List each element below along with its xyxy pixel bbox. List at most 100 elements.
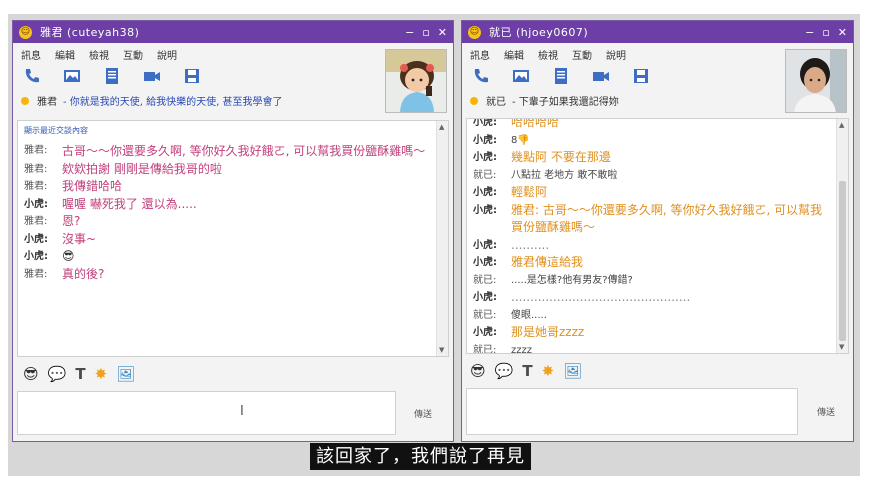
show-recent-link[interactable]: 顯示最近交談內容 — [24, 125, 434, 136]
menu-message[interactable]: 訊息 — [470, 47, 490, 62]
message-input[interactable] — [466, 388, 798, 435]
minimize-button[interactable]: − — [405, 26, 414, 39]
message-row: 小虎: 輕鬆阿 — [473, 184, 834, 202]
message-sender: 小虎: — [473, 327, 497, 338]
message-text: ........................................… — [511, 290, 691, 304]
nudge-icon[interactable]: 💬 — [48, 365, 67, 383]
window-title: 就已 (hjoey0607) — [489, 26, 589, 39]
title-bar[interactable]: ☺ 雅君 (cuteyah38) − ▫ ✕ — [13, 21, 453, 43]
message-row: 小虎: 那是她哥zzzz — [473, 324, 834, 342]
message-text: 真的後? — [62, 266, 105, 281]
menu-view[interactable]: 檢視 — [89, 47, 109, 62]
minimize-button[interactable]: − — [805, 26, 814, 39]
menu-edit[interactable]: 編輯 — [55, 47, 75, 62]
message-sender: 雅君: — [24, 163, 48, 175]
wink-icon[interactable]: ✸ — [95, 365, 108, 383]
font-icon[interactable]: T — [75, 365, 85, 383]
scroll-down-icon[interactable]: ▼ — [839, 343, 844, 351]
save-icon[interactable] — [632, 67, 650, 85]
send-button[interactable]: 傳送 — [804, 405, 848, 418]
message-sender: 雅君: — [24, 268, 48, 280]
menu-help[interactable]: 說明 — [157, 47, 177, 62]
emoticon-icon[interactable]: 😎 — [470, 362, 486, 380]
chat-window-right: ☺ 就已 (hjoey0607) − ▫ ✕ 訊息 編輯 檢視 互動 說明 就已… — [461, 20, 854, 442]
image-icon[interactable] — [512, 67, 530, 85]
maximize-button[interactable]: ▫ — [422, 26, 429, 39]
wink-icon[interactable]: ✸ — [542, 362, 555, 380]
scroll-up-icon[interactable]: ▲ — [439, 123, 444, 131]
message-sender: 就已: — [473, 274, 497, 286]
background-icon[interactable]: 🖼 — [116, 365, 135, 383]
status-name: 就已 — [486, 97, 506, 108]
image-icon[interactable] — [63, 67, 81, 85]
video-icon[interactable] — [592, 67, 610, 85]
menu-interact[interactable]: 互動 — [123, 47, 143, 62]
message-text: 雅君: 古哥～～你還要多久啊, 等你好久我好餓ㄛ, 可以幫我買份鹽酥雞嗎～ — [511, 202, 823, 235]
status-message: - 你就是我的天使, 給我快樂的天使, 甚至我學會了 — [63, 97, 283, 108]
scroll-thumb[interactable] — [839, 181, 846, 341]
maximize-button[interactable]: ▫ — [822, 26, 829, 39]
cool-emoji-icon: 😎 — [62, 249, 75, 263]
message-row: 小虎: 沒事~ — [24, 231, 434, 249]
message-sender: 小虎: — [473, 257, 497, 268]
video-subtitle: 該回家了，我們說了再見 — [310, 443, 531, 470]
message-text: 那是她哥zzzz — [511, 325, 585, 339]
scroll-up-icon[interactable]: ▲ — [839, 121, 844, 129]
message-sender: 小虎: — [473, 118, 497, 128]
message-row: 雅君: 古哥～～你還要多久啊, 等你好久我好餓ㄛ, 可以幫我買份鹽酥雞嗎～ — [24, 142, 434, 161]
menu-help[interactable]: 說明 — [606, 47, 626, 62]
menu-edit[interactable]: 編輯 — [504, 47, 524, 62]
message-input[interactable]: I — [17, 391, 396, 435]
menu-interact[interactable]: 互動 — [572, 47, 592, 62]
message-text: 傻眼..... — [511, 309, 547, 321]
message-text: 古哥～～你還要多久啊, 等你好久我好餓ㄛ, 可以幫我買份鹽酥雞嗎～ — [62, 144, 426, 158]
phone-icon[interactable] — [23, 67, 41, 85]
emoticon-bar: 😎 💬 T ✸ 🖼 — [23, 365, 135, 383]
message-sender: 小虎: — [473, 292, 497, 303]
emoticon-icon[interactable]: 😎 — [23, 365, 39, 383]
status-name: 雅君 — [37, 97, 57, 108]
message-text: 我傳錯哈哈 — [62, 179, 123, 193]
scroll-down-icon[interactable]: ▼ — [439, 346, 444, 354]
menu-message[interactable]: 訊息 — [21, 47, 41, 62]
chat-history[interactable]: 顯示最近交談內容 雅君: 古哥～～你還要多久啊, 等你好久我好餓ㄛ, 可以幫我買… — [17, 120, 449, 357]
chat-scrollbar[interactable]: ▲ ▼ — [836, 119, 848, 353]
message-sender: 雅君: — [24, 216, 48, 227]
window-title: 雅君 (cuteyah38) — [40, 26, 140, 39]
file-icon[interactable] — [552, 67, 570, 85]
video-icon[interactable] — [143, 67, 161, 85]
message-row: 小虎: 幾點阿 不要在那邊 — [473, 149, 834, 167]
save-icon[interactable] — [183, 67, 201, 85]
send-button[interactable]: 傳送 — [401, 407, 445, 420]
chat-scrollbar[interactable]: ▲ ▼ — [436, 121, 448, 356]
close-button[interactable]: ✕ — [438, 26, 447, 39]
message-sender: 就已: — [473, 309, 497, 321]
message-row: 小虎: 喔喔 嚇死我了 還以為..... — [24, 196, 434, 214]
font-icon[interactable]: T — [522, 362, 532, 380]
status-message: - 下輩子如果我還記得妳 — [512, 97, 619, 108]
message-sender: 雅君: — [24, 145, 48, 156]
title-bar[interactable]: ☺ 就已 (hjoey0607) − ▫ ✕ — [462, 21, 853, 43]
message-text: zzzz — [511, 344, 532, 354]
background-icon[interactable]: 🖼 — [563, 362, 582, 380]
message-sender: 就已: — [473, 344, 497, 354]
message-row: 小虎: ....................................… — [473, 289, 834, 307]
message-sender: 雅君: — [24, 181, 48, 192]
file-icon[interactable] — [103, 67, 121, 85]
phone-icon[interactable] — [472, 67, 490, 85]
message-text: 沒事~ — [62, 231, 97, 246]
message-sender: 小虎: — [473, 152, 497, 163]
message-text: .......... — [511, 237, 550, 252]
message-sender: 小虎: — [24, 251, 48, 262]
message-row: 小虎: 8👎 — [473, 132, 834, 150]
message-row: 雅君: 欸欸拍謝 剛剛是傳給我哥的啦 — [24, 161, 434, 179]
chat-history[interactable]: 小虎: 哈哈哈哈 小虎: 8👎 小虎: 幾點阿 不要在那邊 就已: 八點拉 老地… — [466, 118, 849, 354]
chat-window-left: ☺ 雅君 (cuteyah38) − ▫ ✕ 訊息 編輯 檢視 互動 說明 雅君… — [12, 20, 454, 442]
message-text: 輕鬆阿 — [511, 185, 548, 199]
message-text: 欸欸拍謝 剛剛是傳給我哥的啦 — [62, 161, 222, 176]
menu-view[interactable]: 檢視 — [538, 47, 558, 62]
nudge-icon[interactable]: 💬 — [495, 362, 514, 380]
message-row: 小虎: 哈哈哈哈 — [473, 118, 834, 132]
smiley-icon: ☺ — [19, 25, 32, 39]
close-button[interactable]: ✕ — [838, 26, 847, 39]
